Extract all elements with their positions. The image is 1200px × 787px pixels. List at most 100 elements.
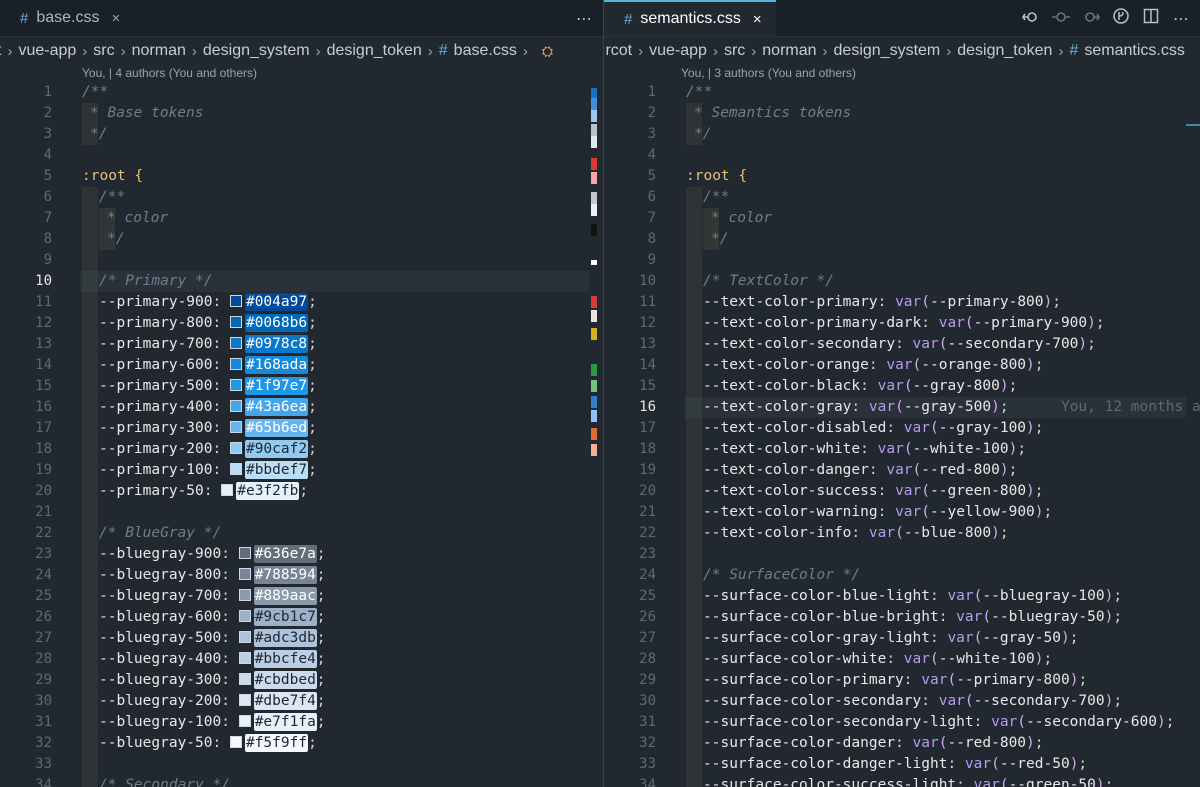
line-number[interactable]: 24 bbox=[604, 565, 656, 586]
code-line[interactable]: 29 --bluegray-300: #cbdbed; bbox=[0, 670, 603, 691]
color-swatch[interactable] bbox=[238, 589, 251, 601]
code-line[interactable]: 6 /** bbox=[0, 187, 603, 208]
code-line[interactable]: 13 --text-color-secondary: var(--secondar… bbox=[604, 334, 1200, 355]
color-swatch[interactable] bbox=[238, 568, 251, 580]
line-number[interactable]: 3 bbox=[604, 124, 656, 145]
code-line[interactable]: 32 --bluegray-50: #f5f9ff; bbox=[0, 733, 603, 754]
line-number[interactable]: 34 bbox=[604, 775, 656, 787]
code-line[interactable]: 5:root { bbox=[604, 166, 1200, 187]
code-line[interactable]: 7 * color bbox=[0, 208, 603, 229]
code-line[interactable]: 23 bbox=[604, 544, 1200, 565]
code-line[interactable]: 19 --text-color-danger: var(--red-800); bbox=[604, 460, 1200, 481]
code-line[interactable]: 26 --surface-color-blue-bright: var(--blu… bbox=[604, 607, 1200, 628]
code-line[interactable]: 10 /* Primary */ bbox=[0, 271, 603, 292]
breadcrumb-item[interactable]: src bbox=[724, 42, 745, 60]
close-icon[interactable]: × bbox=[753, 11, 762, 28]
color-swatch[interactable] bbox=[229, 295, 242, 307]
line-number[interactable]: 29 bbox=[604, 670, 656, 691]
color-swatch[interactable] bbox=[229, 421, 242, 433]
code-line[interactable]: 16 --primary-400: #43a6ea; bbox=[0, 397, 603, 418]
line-number[interactable]: 20 bbox=[0, 481, 52, 502]
line-number[interactable]: 12 bbox=[0, 313, 52, 334]
line-number[interactable]: 5 bbox=[0, 166, 52, 187]
code-line[interactable]: 17 --primary-300: #65b6ed; bbox=[0, 418, 603, 439]
line-number[interactable]: 17 bbox=[604, 418, 656, 439]
line-number[interactable]: 7 bbox=[604, 208, 656, 229]
breadcrumb-item[interactable]: design_system bbox=[203, 42, 310, 60]
line-number[interactable]: 25 bbox=[604, 586, 656, 607]
line-number[interactable]: 28 bbox=[604, 649, 656, 670]
git-compare-icon[interactable] bbox=[1022, 9, 1040, 28]
code-line[interactable]: 17 --text-color-disabled: var(--gray-100)… bbox=[604, 418, 1200, 439]
line-number[interactable]: 16 bbox=[604, 397, 656, 418]
line-number[interactable]: 19 bbox=[604, 460, 656, 481]
line-number[interactable]: 1 bbox=[604, 82, 656, 103]
code-line[interactable]: 30 --bluegray-200: #dbe7f4; bbox=[0, 691, 603, 712]
line-number[interactable]: 13 bbox=[604, 334, 656, 355]
code-line[interactable]: 29 --surface-color-primary: var(--primary… bbox=[604, 670, 1200, 691]
line-number[interactable]: 25 bbox=[0, 586, 52, 607]
code-line[interactable]: 25 --surface-color-blue-light: var(--blue… bbox=[604, 586, 1200, 607]
code-line[interactable]: 30 --surface-color-secondary: var(--secon… bbox=[604, 691, 1200, 712]
code-line[interactable]: 14 --text-color-orange: var(--orange-800)… bbox=[604, 355, 1200, 376]
code-line[interactable]: 4 bbox=[0, 145, 603, 166]
line-number[interactable]: 14 bbox=[604, 355, 656, 376]
code-line[interactable]: 24 --bluegray-800: #788594; bbox=[0, 565, 603, 586]
breadcrumb-item[interactable]: :rcot bbox=[604, 42, 632, 60]
code-line[interactable]: 3 */ bbox=[604, 124, 1200, 145]
code-line[interactable]: 23 --bluegray-900: #636e7a; bbox=[0, 544, 603, 565]
color-swatch[interactable] bbox=[238, 610, 251, 622]
line-number[interactable]: 4 bbox=[0, 145, 52, 166]
line-number[interactable]: 27 bbox=[0, 628, 52, 649]
more-icon[interactable]: ⋯ bbox=[1172, 9, 1190, 28]
color-swatch[interactable] bbox=[221, 484, 234, 496]
line-number[interactable]: 33 bbox=[604, 754, 656, 775]
code-line[interactable]: 11 --text-color-primary: var(--primary-80… bbox=[604, 292, 1200, 313]
breadcrumb-item[interactable]: norman bbox=[762, 42, 816, 60]
color-swatch[interactable] bbox=[229, 316, 242, 328]
minimap[interactable] bbox=[591, 88, 599, 468]
line-number[interactable]: 31 bbox=[0, 712, 52, 733]
code-line[interactable]: 16 --text-color-gray: var(--gray-500); Yo… bbox=[604, 397, 1200, 418]
circle-dot-icon[interactable] bbox=[1052, 9, 1070, 28]
line-number[interactable]: 10 bbox=[604, 271, 656, 292]
color-swatch[interactable] bbox=[238, 715, 251, 727]
breadcrumb-item[interactable]: src bbox=[93, 42, 114, 60]
code-line[interactable]: 8 */ bbox=[604, 229, 1200, 250]
breadcrumb-item[interactable]: vue-app bbox=[18, 42, 76, 60]
line-number[interactable]: 32 bbox=[604, 733, 656, 754]
code-line[interactable]: 2 * Base tokens bbox=[0, 103, 603, 124]
line-number[interactable]: 33 bbox=[0, 754, 52, 775]
breadcrumb-file[interactable]: semantics.css bbox=[1084, 42, 1184, 60]
line-number[interactable]: 3 bbox=[0, 124, 52, 145]
breadcrumb-item[interactable]: design_token bbox=[957, 42, 1052, 60]
line-number[interactable]: 30 bbox=[604, 691, 656, 712]
code-line[interactable]: 11 --primary-900: #004a97; bbox=[0, 292, 603, 313]
line-number[interactable]: 18 bbox=[0, 439, 52, 460]
breadcrumb-file[interactable]: base.css bbox=[454, 42, 517, 60]
color-swatch[interactable] bbox=[229, 463, 242, 475]
line-number[interactable]: 2 bbox=[604, 103, 656, 124]
line-number[interactable]: 34 bbox=[0, 775, 52, 787]
tab-semantics-css[interactable]: # semantics.css × bbox=[604, 0, 776, 36]
code-line[interactable]: 15 --text-color-black: var(--gray-800); bbox=[604, 376, 1200, 397]
code-line[interactable]: 20 --primary-50: #e3f2fb; bbox=[0, 481, 603, 502]
code-line[interactable]: 31 --bluegray-100: #e7f1fa; bbox=[0, 712, 603, 733]
code-line[interactable]: 14 --primary-600: #168ada; bbox=[0, 355, 603, 376]
code-line[interactable]: 8 */ bbox=[0, 229, 603, 250]
code-line[interactable]: 7 * color bbox=[604, 208, 1200, 229]
code-line[interactable]: 15 --primary-500: #1f97e7; bbox=[0, 376, 603, 397]
line-number[interactable]: 12 bbox=[604, 313, 656, 334]
code-line[interactable]: 27 --surface-color-gray-light: var(--gray… bbox=[604, 628, 1200, 649]
line-number[interactable]: 31 bbox=[604, 712, 656, 733]
tab-base-css[interactable]: # base.css × bbox=[0, 0, 134, 36]
code-line[interactable]: 34 /* Secondary */ bbox=[0, 775, 603, 787]
code-line[interactable]: 28 --surface-color-white: var(--white-100… bbox=[604, 649, 1200, 670]
code-line[interactable]: 2 * Semantics tokens bbox=[604, 103, 1200, 124]
code-line[interactable]: 19 --primary-100: #bbdef7; bbox=[0, 460, 603, 481]
code-line[interactable]: 5:root { bbox=[0, 166, 603, 187]
line-number[interactable]: 32 bbox=[0, 733, 52, 754]
line-number[interactable]: 10 bbox=[0, 271, 52, 292]
color-swatch[interactable] bbox=[238, 652, 251, 664]
code-line[interactable]: 1 /** bbox=[604, 82, 1200, 103]
